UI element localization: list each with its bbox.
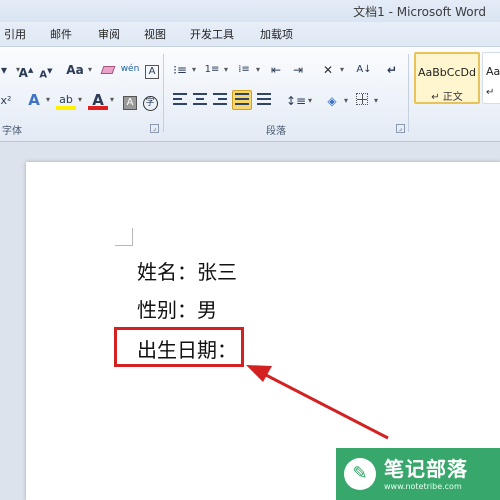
decrease-indent-icon: ⇤ [270,63,282,77]
increase-indent-icon: ⇥ [292,63,304,77]
doc-line-gender[interactable]: 性别：男 [137,294,217,323]
style-normal[interactable]: AaBbCcDd ↵ 正文 [414,52,480,104]
decrease-indent-button[interactable]: ⇤ [266,60,286,80]
align-right-icon [213,93,227,105]
font-group-label: 字体 [2,126,22,137]
watermark: ✎ 笔记部落 www.notetribe.com [336,448,500,500]
align-left-icon [173,93,187,105]
window-title: 文档1 - Microsoft Word [353,5,486,19]
line-spacing-button[interactable]: ↕≡ [286,91,312,111]
style-normal-name: ↵ 正文 [431,92,463,103]
text-effects-icon: A [28,91,40,109]
doc-line-name[interactable]: 姓名：张三 [137,256,237,285]
align-center-icon [193,93,207,105]
shrink-font-icon: A [39,69,48,81]
chinese-layout-button[interactable]: ✕ [318,60,344,80]
character-shading-icon: A [123,96,137,110]
bullets-icon: ⁝≡ [173,63,187,77]
tab-references[interactable]: 引用 [4,26,26,42]
annotation-highlight-box [114,327,244,367]
watermark-brand: 笔记部落 [384,457,468,481]
paragraph-group-label: 段落 [266,126,286,137]
tab-developer[interactable]: 开发工具 [190,26,234,42]
change-case-button[interactable]: Aa [64,60,92,80]
group-separator [163,54,164,132]
distributed-button[interactable] [254,91,274,111]
clear-formatting-button[interactable] [98,60,118,80]
grow-font-button[interactable]: A▲ [16,60,36,80]
paragraph-dialog-launcher-icon[interactable]: ⌟ [396,124,405,133]
tab-review[interactable]: 审阅 [98,26,120,42]
align-left-button[interactable] [170,91,190,111]
character-border-icon: A [145,65,159,79]
eraser-icon [100,66,116,74]
tab-addins[interactable]: 加载项 [260,26,293,42]
numbering-icon: 1≡ [204,64,220,75]
text-highlight-button[interactable]: ab [56,90,82,110]
enclose-characters-button[interactable]: 字 [140,91,160,111]
text-effects-button[interactable]: A [24,90,50,110]
style-no-spacing-sample: Aa [486,65,500,78]
tab-view[interactable]: 视图 [144,26,166,42]
group-separator [408,54,409,132]
ribbon-tabs: 引用 邮件 审阅 视图 开发工具 加载项 [0,22,500,46]
distributed-icon [257,93,271,105]
shading-button[interactable]: ◈ [322,91,348,111]
numbering-button[interactable]: 1≡ [202,60,228,80]
borders-icon [356,93,368,105]
font-size-dropdown-icon[interactable]: ▾ [0,60,20,80]
bullets-button[interactable]: ⁝≡ [170,60,196,80]
show-marks-button[interactable]: ↵ [382,60,402,80]
superscript-icon: x² [0,94,12,107]
enclose-characters-icon: 字 [142,96,158,111]
paint-bucket-icon: ◈ [327,94,337,108]
margin-corner-mark [115,228,133,246]
increase-indent-button[interactable]: ⇥ [288,60,308,80]
sort-button[interactable]: A↓ [354,60,374,80]
line-spacing-icon: ↕≡ [286,94,307,108]
tab-mailings[interactable]: 邮件 [50,26,72,42]
multilevel-list-button[interactable]: ⁞≡ [234,60,260,80]
align-right-button[interactable] [210,91,230,111]
highlighter-icon: ab [59,93,73,106]
chinese-layout-icon: ✕ [322,63,334,77]
style-normal-sample: AaBbCcDd [418,66,476,79]
grow-font-icon: A [18,66,28,80]
justify-icon [235,93,249,105]
superscript-button[interactable]: x² [0,91,16,111]
align-center-button[interactable] [190,91,210,111]
style-no-spacing[interactable]: Aa ↵ [482,52,500,104]
pencil-logo-icon: ✎ [344,458,376,490]
font-color-button[interactable]: A [88,90,114,110]
style-no-spacing-name: ↵ [486,87,495,98]
pilcrow-icon: ↵ [386,63,398,77]
character-shading-button[interactable]: A [120,91,140,111]
multilevel-list-icon: ⁞≡ [238,64,250,75]
title-bar: 文档1 - Microsoft Word [0,0,500,22]
watermark-url: www.notetribe.com [384,482,462,491]
sort-icon: A↓ [356,64,372,75]
change-case-icon: Aa [66,63,84,77]
shrink-font-button[interactable]: A▼ [36,61,56,81]
justify-button[interactable] [232,90,252,110]
borders-button[interactable] [352,91,378,111]
font-dialog-launcher-icon[interactable]: ⌟ [150,124,159,133]
phonetic-guide-icon: wén [120,64,140,74]
character-border-button[interactable]: A [142,60,162,80]
font-color-icon: A [92,91,104,109]
phonetic-guide-button[interactable]: wén [120,59,140,79]
